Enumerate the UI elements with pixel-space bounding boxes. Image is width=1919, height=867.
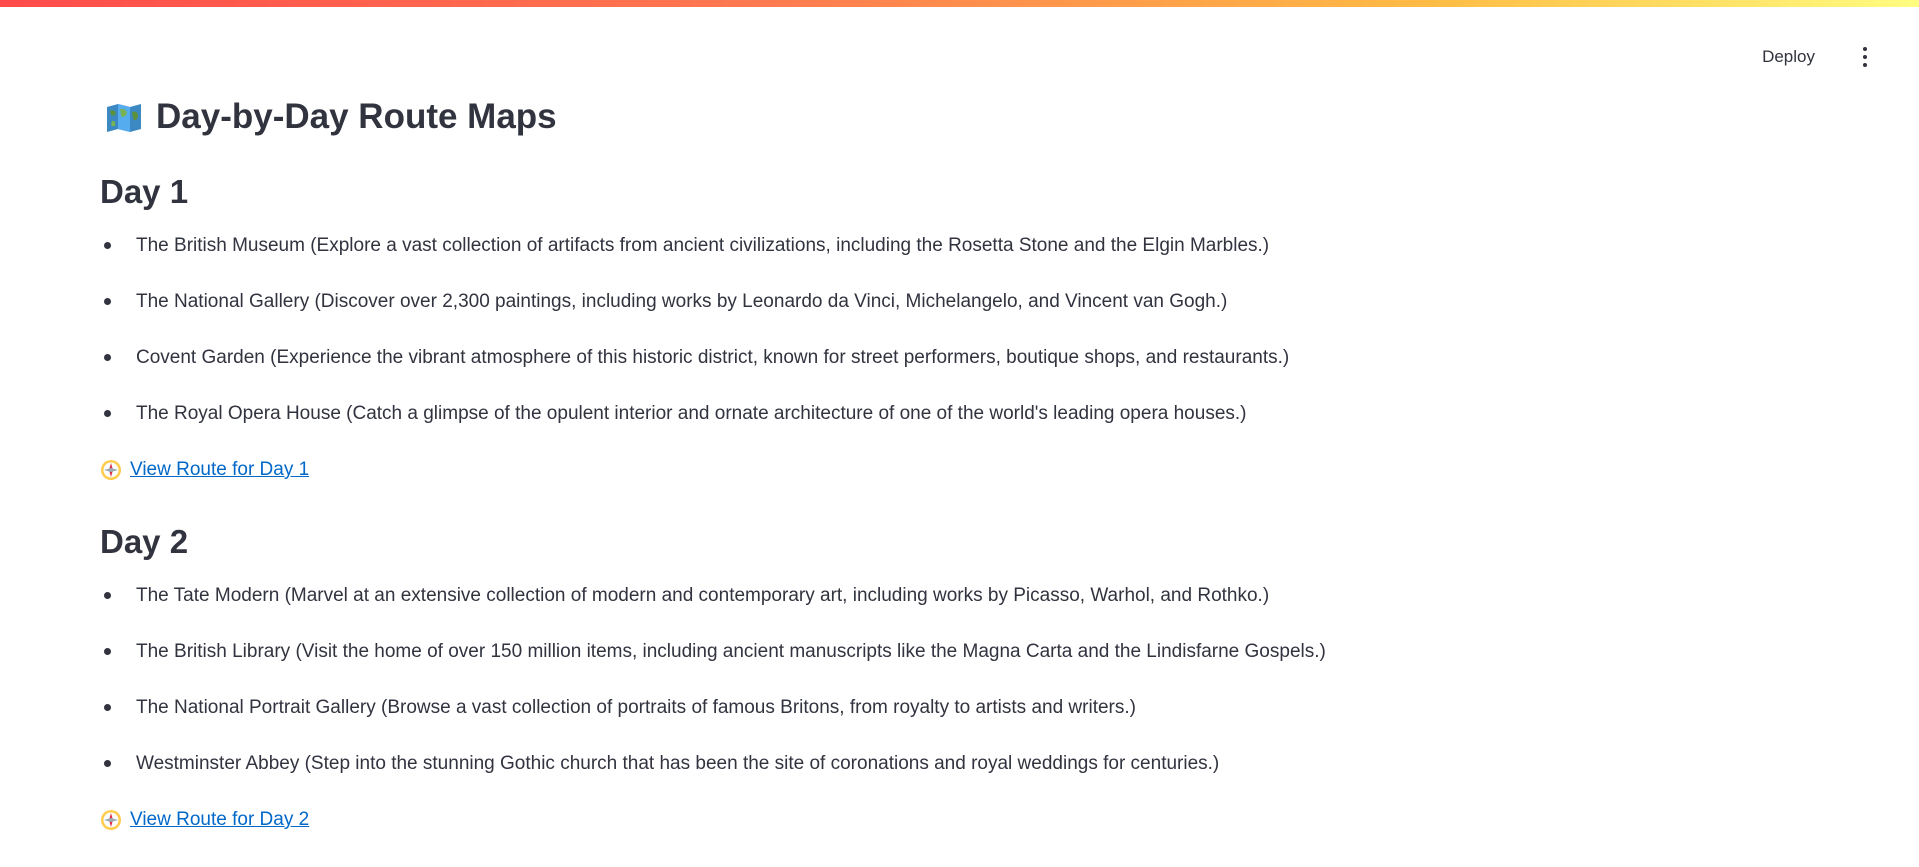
deploy-button[interactable]: Deploy	[1748, 37, 1829, 77]
day-1-heading: Day 1	[100, 173, 189, 210]
bullet-icon	[104, 354, 111, 361]
place-text: The Royal Opera House (Catch a glimpse o…	[136, 403, 1247, 424]
bullet-icon	[104, 592, 111, 599]
main-menu-button[interactable]	[1849, 39, 1881, 75]
app-header: Deploy	[0, 7, 1919, 93]
list-item: The British Library (Visit the home of o…	[100, 636, 1600, 692]
more-vertical-icon-dot	[1863, 55, 1867, 59]
more-vertical-icon-dot	[1863, 63, 1867, 67]
more-vertical-icon	[1863, 47, 1867, 51]
list-item: The Royal Opera House (Catch a glimpse o…	[100, 398, 1600, 454]
compass-icon	[100, 809, 122, 831]
day-2-heading: Day 2	[100, 523, 189, 560]
day-1-places-list: The British Museum (Explore a vast colle…	[100, 230, 1600, 454]
list-item: Covent Garden (Experience the vibrant at…	[100, 342, 1600, 398]
top-decoration-bar	[0, 0, 1919, 7]
bullet-icon	[104, 760, 111, 767]
place-text: Westminster Abbey (Step into the stunnin…	[136, 753, 1220, 774]
view-route-day-2-link[interactable]: View Route for Day 2	[100, 804, 309, 836]
compass-icon	[100, 459, 122, 481]
bullet-icon	[104, 410, 111, 417]
view-route-day-1-link[interactable]: View Route for Day 1	[100, 454, 309, 486]
place-text: Covent Garden (Experience the vibrant at…	[136, 347, 1290, 368]
page-title: Day-by-Day Route Maps	[100, 90, 1600, 144]
place-text: The Tate Modern (Marvel at an extensive …	[136, 585, 1270, 606]
place-text: The National Gallery (Discover over 2,30…	[136, 291, 1228, 312]
list-item: The National Portrait Gallery (Browse a …	[100, 692, 1600, 748]
list-item: The British Museum (Explore a vast colle…	[100, 230, 1600, 286]
place-text: The British Library (Visit the home of o…	[136, 641, 1326, 662]
bullet-icon	[104, 298, 111, 305]
bullet-icon	[104, 704, 111, 711]
world-map-icon	[106, 102, 142, 132]
bullet-icon	[104, 242, 111, 249]
list-item: The National Gallery (Discover over 2,30…	[100, 286, 1600, 342]
main-content: Day-by-Day Route Maps Day 1 The British …	[100, 90, 1600, 836]
route-link-label: View Route for Day 2	[130, 809, 310, 830]
route-link-label: View Route for Day 1	[130, 459, 310, 480]
place-text: The British Museum (Explore a vast colle…	[136, 235, 1270, 256]
list-item: The Tate Modern (Marvel at an extensive …	[100, 580, 1600, 636]
bullet-icon	[104, 648, 111, 655]
page-title-text: Day-by-Day Route Maps	[156, 97, 557, 136]
list-item: Westminster Abbey (Step into the stunnin…	[100, 748, 1600, 804]
day-2-places-list: The Tate Modern (Marvel at an extensive …	[100, 580, 1600, 804]
place-text: The National Portrait Gallery (Browse a …	[136, 697, 1136, 718]
